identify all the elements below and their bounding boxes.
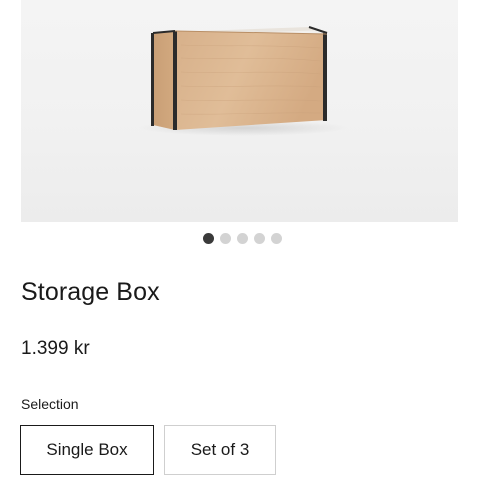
wooden-storage-box-icon [138,26,348,136]
image-carousel-dots [0,233,480,244]
option-set-of-3-button[interactable]: Set of 3 [164,425,276,475]
product-image[interactable] [21,0,458,222]
carousel-dot-3[interactable] [236,233,248,244]
carousel-dot-5[interactable] [270,233,282,244]
selection-label: Selection [21,396,79,412]
product-title: Storage Box [21,278,160,306]
product-page: Storage Box 1.399 kr Selection Single Bo… [0,0,480,480]
option-label: Single Box [46,440,128,459]
option-label: Set of 3 [190,440,250,459]
carousel-dot-1[interactable] [202,233,214,244]
carousel-dot-4[interactable] [253,233,265,244]
carousel-dot-2[interactable] [219,233,231,244]
product-price: 1.399 kr [21,338,90,359]
option-single-box-button[interactable]: Single Box [20,425,154,475]
